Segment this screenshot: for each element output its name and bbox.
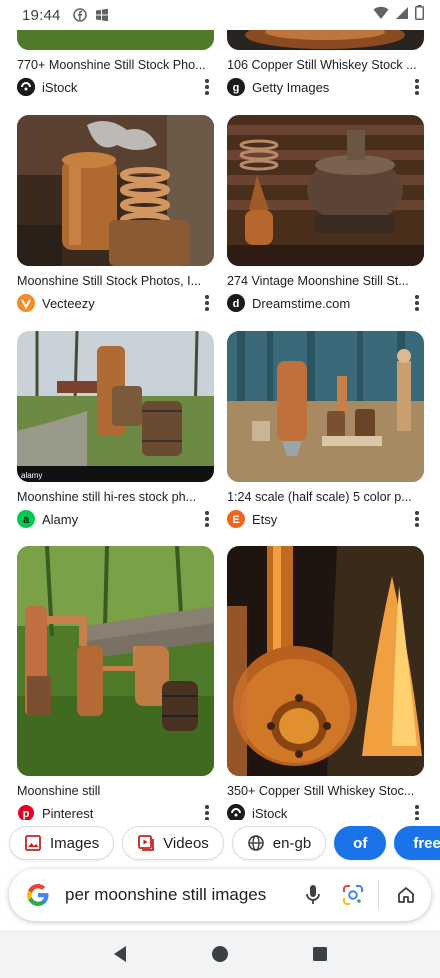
result-source-name: Getty Images	[252, 79, 330, 95]
result-source-name: Alamy	[42, 511, 79, 527]
status-bar: 19:44	[0, 0, 440, 30]
etsy-logo-icon: E	[227, 510, 245, 528]
svg-text:E: E	[232, 514, 239, 526]
result-thumbnail[interactable]: alamy	[17, 331, 214, 482]
chip-of-label: of	[353, 834, 368, 852]
result-thumbnail[interactable]	[227, 115, 424, 266]
svg-text:d: d	[233, 298, 240, 310]
result-caption[interactable]: Moonshine Still Stock Photos, I...	[17, 274, 213, 288]
chip-videos[interactable]: Videos	[122, 826, 224, 860]
result-caption[interactable]: 274 Vintage Moonshine Still St...	[227, 274, 423, 288]
video-icon	[137, 834, 155, 852]
facebook-icon	[72, 8, 87, 22]
more-options-icon[interactable]	[200, 511, 214, 527]
microphone-icon[interactable]	[300, 882, 326, 908]
search-divider	[378, 880, 379, 910]
result-card[interactable]: 1:24 scale (half scale) 5 color p... E E…	[227, 331, 424, 528]
result-card[interactable]: Moonshine still p Pinterest	[17, 546, 214, 820]
vecteezy-logo-icon	[17, 294, 35, 312]
result-source: iStock	[227, 804, 424, 820]
result-card[interactable]: Moonshine Still Stock Photos, I... Vecte…	[17, 115, 214, 312]
result-source-name: iStock	[252, 805, 288, 821]
result-source: Vecteezy	[17, 294, 214, 312]
result-thumbnail[interactable]	[17, 546, 214, 776]
system-navigation-bar	[0, 930, 440, 978]
result-source: a Alamy	[17, 510, 214, 528]
istock-logo-icon	[227, 804, 245, 820]
chip-images-label: Images	[50, 834, 100, 852]
more-options-icon[interactable]	[410, 805, 424, 820]
status-time: 19:44	[22, 6, 61, 24]
result-caption[interactable]: Moonshine still hi-res stock ph...	[17, 490, 213, 504]
svg-text:a: a	[23, 514, 30, 526]
notification-icons	[72, 8, 109, 22]
result-card[interactable]: 274 Vintage Moonshine Still St... d Drea…	[227, 115, 424, 312]
chip-images[interactable]: Images	[9, 826, 115, 860]
more-options-icon[interactable]	[200, 295, 214, 311]
result-source-name: Etsy	[252, 511, 278, 527]
pinterest-logo-icon: p	[17, 804, 35, 820]
result-source: p Pinterest	[17, 804, 214, 820]
result-source-name: Pinterest	[42, 805, 94, 821]
result-caption[interactable]: 770+ Moonshine Still Stock Pho...	[17, 58, 213, 72]
battery-icon	[415, 5, 424, 25]
svg-text:g: g	[233, 82, 240, 94]
back-icon[interactable]	[109, 943, 131, 965]
result-caption[interactable]: 350+ Copper Still Whiskey Stoc...	[227, 784, 423, 798]
chip-videos-label: Videos	[163, 834, 209, 852]
more-options-icon[interactable]	[410, 511, 424, 527]
system-icons	[373, 5, 424, 25]
dreamstime-logo-icon: d	[227, 294, 245, 312]
result-source-name: Vecteezy	[42, 295, 95, 311]
istock-logo-icon	[17, 78, 35, 96]
chip-free-label: free	[413, 834, 440, 852]
chip-free[interactable]: free	[394, 826, 440, 860]
svg-text:alamy: alamy	[21, 471, 42, 480]
globe-icon	[247, 834, 265, 852]
result-caption[interactable]: 106 Copper Still Whiskey Stock ...	[227, 58, 423, 72]
google-lens-icon[interactable]	[340, 882, 366, 908]
result-source-name: iStock	[42, 79, 78, 95]
result-card[interactable]: alamy Moonshine still hi-res stock ph...…	[17, 331, 214, 528]
image-results-grid: 770+ Moonshine Still Stock Pho... iStock…	[0, 0, 440, 820]
getty-images-logo-icon: g	[227, 78, 245, 96]
result-caption[interactable]: 1:24 scale (half scale) 5 color p...	[227, 490, 423, 504]
more-options-icon[interactable]	[410, 295, 424, 311]
windows-icon	[95, 8, 109, 22]
home-button-icon[interactable]	[209, 943, 231, 965]
svg-text:p: p	[23, 808, 30, 820]
result-source: E Etsy	[227, 510, 424, 528]
signal-icon	[395, 6, 409, 25]
google-logo-icon[interactable]	[25, 882, 51, 908]
result-thumbnail[interactable]	[227, 546, 424, 776]
more-options-icon[interactable]	[200, 79, 214, 95]
search-filter-chips: Images Videos en-gb of free	[0, 820, 440, 866]
result-source-name: Dreamstime.com	[252, 295, 351, 311]
more-options-icon[interactable]	[200, 805, 214, 820]
result-thumbnail[interactable]	[227, 331, 424, 482]
chip-language[interactable]: en-gb	[231, 826, 327, 860]
recent-apps-icon[interactable]	[309, 943, 331, 965]
search-input[interactable]	[65, 885, 286, 905]
result-card[interactable]: 350+ Copper Still Whiskey Stoc... iStock	[227, 546, 424, 820]
result-source: g Getty Images	[227, 78, 424, 96]
chip-language-label: en-gb	[272, 834, 312, 852]
result-source: d Dreamstime.com	[227, 294, 424, 312]
image-icon	[24, 834, 42, 852]
chip-of[interactable]: of	[334, 826, 387, 860]
result-source: iStock	[17, 78, 214, 96]
result-thumbnail[interactable]	[17, 115, 214, 266]
more-options-icon[interactable]	[410, 79, 424, 95]
home-icon[interactable]	[393, 882, 419, 908]
search-bar[interactable]	[9, 869, 431, 921]
wifi-icon	[373, 6, 389, 25]
alamy-logo-icon: a	[17, 510, 35, 528]
result-caption[interactable]: Moonshine still	[17, 784, 213, 798]
